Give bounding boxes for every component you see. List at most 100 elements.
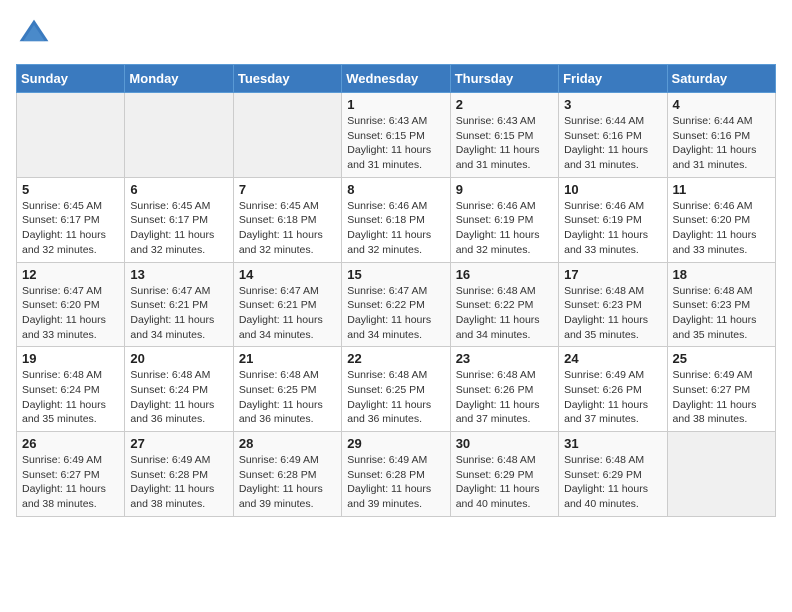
calendar-cell: 27Sunrise: 6:49 AMSunset: 6:28 PMDayligh… — [125, 432, 233, 517]
calendar-cell: 6Sunrise: 6:45 AMSunset: 6:17 PMDaylight… — [125, 177, 233, 262]
calendar-cell: 15 Sunrise: 6:47 AMSunset: 6:22 PMDayligh… — [342, 262, 450, 347]
calendar-cell: 7 Sunrise: 6:45 AMSunset: 6:18 PMDaylight… — [233, 177, 341, 262]
day-number: 5 — [22, 182, 119, 197]
day-info: Sunrise: 6:49 AMSunset: 6:27 PMDaylight:… — [22, 453, 119, 512]
calendar-cell: 26 Sunrise: 6:49 AMSunset: 6:27 PMDayligh… — [17, 432, 125, 517]
day-info: Sunrise: 6:46 AMSunset: 6:18 PMDaylight:… — [347, 199, 444, 258]
day-info: Sunrise: 6:44 AMSunset: 6:16 PMDaylight:… — [564, 114, 661, 173]
calendar-cell: 21 Sunrise: 6:48 AMSunset: 6:25 PMDayligh… — [233, 347, 341, 432]
day-info: Sunrise: 6:49 AMSunset: 6:28 PMDaylight:… — [239, 453, 336, 512]
calendar-cell: 12Sunrise: 6:47 AMSunset: 6:20 PMDayligh… — [17, 262, 125, 347]
day-info: Sunrise: 6:43 AMSunset: 6:15 PMDaylight:… — [347, 114, 444, 173]
calendar-body: 1 Sunrise: 6:43 AMSunset: 6:15 PMDaylight… — [17, 93, 776, 517]
day-number: 21 — [239, 351, 336, 366]
day-info: Sunrise: 6:48 AMSunset: 6:29 PMDaylight:… — [456, 453, 553, 512]
day-info: Sunrise: 6:48 AMSunset: 6:29 PMDaylight:… — [564, 453, 661, 512]
week-row-4: 26 Sunrise: 6:49 AMSunset: 6:27 PMDayligh… — [17, 432, 776, 517]
day-number: 20 — [130, 351, 227, 366]
day-info: Sunrise: 6:46 AMSunset: 6:19 PMDaylight:… — [564, 199, 661, 258]
day-info: Sunrise: 6:46 AMSunset: 6:20 PMDaylight:… — [673, 199, 770, 258]
week-row-3: 19 Sunrise: 6:48 AMSunset: 6:24 PMDayligh… — [17, 347, 776, 432]
calendar-cell: 2Sunrise: 6:43 AMSunset: 6:15 PMDaylight… — [450, 93, 558, 178]
day-number: 13 — [130, 267, 227, 282]
day-info: Sunrise: 6:48 AMSunset: 6:26 PMDaylight:… — [456, 368, 553, 427]
day-number: 9 — [456, 182, 553, 197]
day-number: 31 — [564, 436, 661, 451]
calendar-cell: 10 Sunrise: 6:46 AMSunset: 6:19 PMDayligh… — [559, 177, 667, 262]
calendar-cell: 4 Sunrise: 6:44 AMSunset: 6:16 PMDaylight… — [667, 93, 775, 178]
calendar-cell: 31 Sunrise: 6:48 AMSunset: 6:29 PMDayligh… — [559, 432, 667, 517]
day-number: 8 — [347, 182, 444, 197]
calendar-cell: 9Sunrise: 6:46 AMSunset: 6:19 PMDaylight… — [450, 177, 558, 262]
logo-icon — [16, 16, 52, 52]
day-number: 26 — [22, 436, 119, 451]
weekday-header-wednesday: Wednesday — [342, 65, 450, 93]
calendar-cell: 16Sunrise: 6:48 AMSunset: 6:22 PMDayligh… — [450, 262, 558, 347]
calendar-cell: 18 Sunrise: 6:48 AMSunset: 6:23 PMDayligh… — [667, 262, 775, 347]
calendar-cell: 23 Sunrise: 6:48 AMSunset: 6:26 PMDayligh… — [450, 347, 558, 432]
calendar-header: SundayMondayTuesdayWednesdayThursdayFrid… — [17, 65, 776, 93]
day-info: Sunrise: 6:49 AMSunset: 6:27 PMDaylight:… — [673, 368, 770, 427]
day-info: Sunrise: 6:48 AMSunset: 6:24 PMDaylight:… — [130, 368, 227, 427]
day-info: Sunrise: 6:47 AMSunset: 6:20 PMDaylight:… — [22, 284, 119, 343]
calendar-cell: 5 Sunrise: 6:45 AMSunset: 6:17 PMDaylight… — [17, 177, 125, 262]
day-number: 25 — [673, 351, 770, 366]
day-number: 10 — [564, 182, 661, 197]
calendar-cell — [233, 93, 341, 178]
day-info: Sunrise: 6:48 AMSunset: 6:24 PMDaylight:… — [22, 368, 119, 427]
day-number: 7 — [239, 182, 336, 197]
calendar-cell: 24 Sunrise: 6:49 AMSunset: 6:26 PMDayligh… — [559, 347, 667, 432]
day-info: Sunrise: 6:49 AMSunset: 6:26 PMDaylight:… — [564, 368, 661, 427]
day-number: 29 — [347, 436, 444, 451]
calendar-cell — [667, 432, 775, 517]
day-number: 4 — [673, 97, 770, 112]
day-info: Sunrise: 6:48 AMSunset: 6:23 PMDaylight:… — [673, 284, 770, 343]
day-info: Sunrise: 6:49 AMSunset: 6:28 PMDaylight:… — [347, 453, 444, 512]
weekday-header-friday: Friday — [559, 65, 667, 93]
day-number: 30 — [456, 436, 553, 451]
day-info: Sunrise: 6:44 AMSunset: 6:16 PMDaylight:… — [673, 114, 770, 173]
calendar-cell: 13Sunrise: 6:47 AMSunset: 6:21 PMDayligh… — [125, 262, 233, 347]
calendar-cell: 19 Sunrise: 6:48 AMSunset: 6:24 PMDayligh… — [17, 347, 125, 432]
calendar-cell: 8 Sunrise: 6:46 AMSunset: 6:18 PMDaylight… — [342, 177, 450, 262]
week-row-1: 5 Sunrise: 6:45 AMSunset: 6:17 PMDaylight… — [17, 177, 776, 262]
calendar-cell: 25 Sunrise: 6:49 AMSunset: 6:27 PMDayligh… — [667, 347, 775, 432]
day-info: Sunrise: 6:48 AMSunset: 6:25 PMDaylight:… — [347, 368, 444, 427]
day-info: Sunrise: 6:45 AMSunset: 6:18 PMDaylight:… — [239, 199, 336, 258]
day-info: Sunrise: 6:48 AMSunset: 6:23 PMDaylight:… — [564, 284, 661, 343]
calendar-table: SundayMondayTuesdayWednesdayThursdayFrid… — [16, 64, 776, 517]
day-number: 18 — [673, 267, 770, 282]
calendar-cell: 1 Sunrise: 6:43 AMSunset: 6:15 PMDaylight… — [342, 93, 450, 178]
calendar-cell: 29 Sunrise: 6:49 AMSunset: 6:28 PMDayligh… — [342, 432, 450, 517]
calendar-cell — [17, 93, 125, 178]
calendar-cell: 28 Sunrise: 6:49 AMSunset: 6:28 PMDayligh… — [233, 432, 341, 517]
day-number: 19 — [22, 351, 119, 366]
weekday-header-sunday: Sunday — [17, 65, 125, 93]
day-number: 17 — [564, 267, 661, 282]
day-number: 22 — [347, 351, 444, 366]
day-number: 23 — [456, 351, 553, 366]
day-number: 24 — [564, 351, 661, 366]
day-number: 16 — [456, 267, 553, 282]
day-info: Sunrise: 6:45 AMSunset: 6:17 PMDaylight:… — [22, 199, 119, 258]
day-number: 15 — [347, 267, 444, 282]
day-number: 28 — [239, 436, 336, 451]
weekday-header-tuesday: Tuesday — [233, 65, 341, 93]
calendar-cell: 30 Sunrise: 6:48 AMSunset: 6:29 PMDayligh… — [450, 432, 558, 517]
calendar-cell — [125, 93, 233, 178]
week-row-2: 12Sunrise: 6:47 AMSunset: 6:20 PMDayligh… — [17, 262, 776, 347]
page-header — [16, 16, 776, 52]
day-info: Sunrise: 6:47 AMSunset: 6:22 PMDaylight:… — [347, 284, 444, 343]
weekday-header-saturday: Saturday — [667, 65, 775, 93]
day-number: 1 — [347, 97, 444, 112]
day-info: Sunrise: 6:47 AMSunset: 6:21 PMDaylight:… — [239, 284, 336, 343]
calendar-cell: 22 Sunrise: 6:48 AMSunset: 6:25 PMDayligh… — [342, 347, 450, 432]
day-info: Sunrise: 6:48 AMSunset: 6:25 PMDaylight:… — [239, 368, 336, 427]
day-number: 11 — [673, 182, 770, 197]
weekday-header-thursday: Thursday — [450, 65, 558, 93]
day-info: Sunrise: 6:45 AMSunset: 6:17 PMDaylight:… — [130, 199, 227, 258]
logo — [16, 16, 56, 52]
calendar-cell: 3Sunrise: 6:44 AMSunset: 6:16 PMDaylight… — [559, 93, 667, 178]
calendar-cell: 20 Sunrise: 6:48 AMSunset: 6:24 PMDayligh… — [125, 347, 233, 432]
day-number: 27 — [130, 436, 227, 451]
